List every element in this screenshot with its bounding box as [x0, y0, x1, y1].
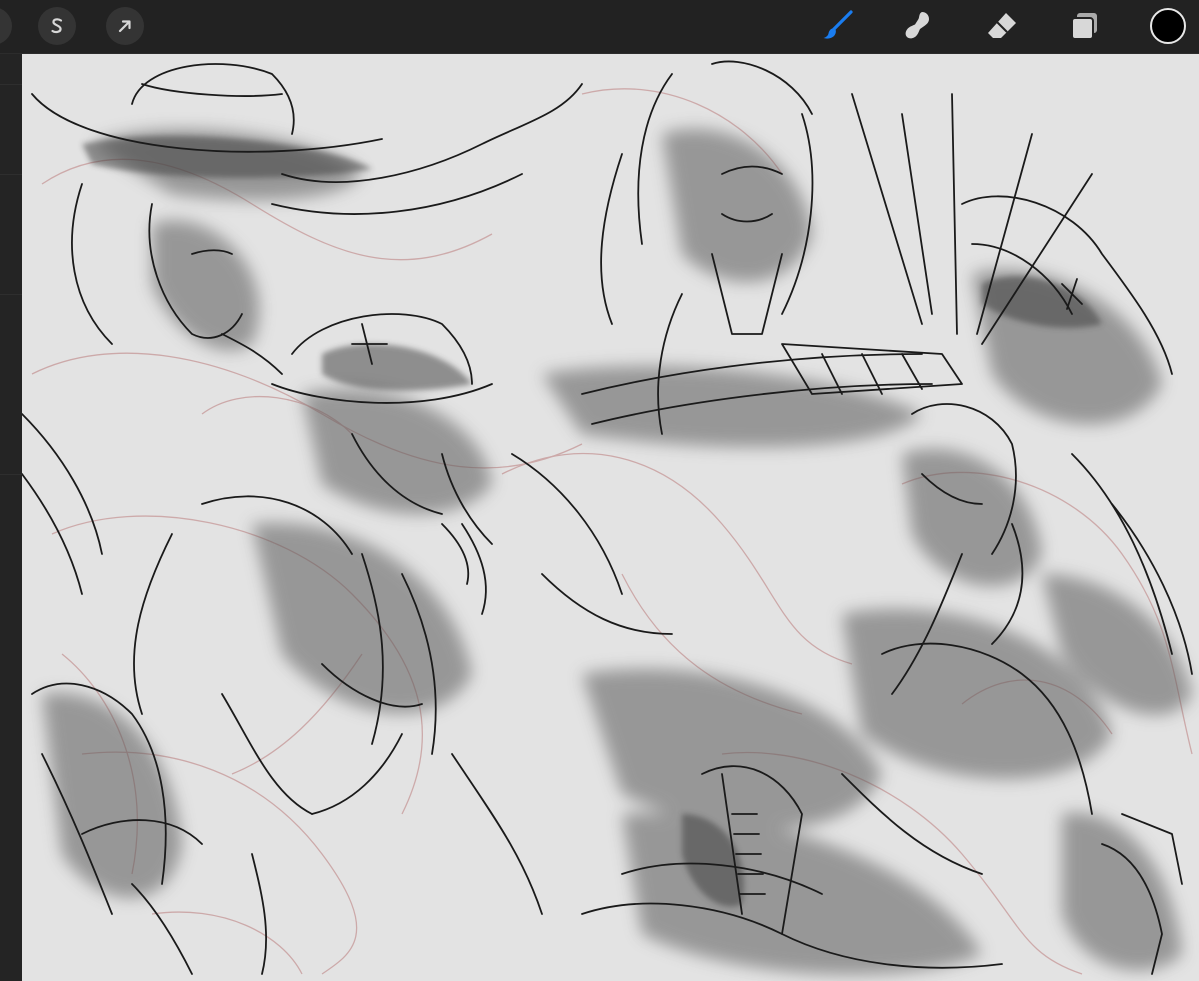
transform-tool-button[interactable] [106, 7, 144, 45]
sidebar-divider [0, 474, 22, 475]
eraser-tool-button[interactable] [982, 6, 1022, 46]
selection-tool-button[interactable] [38, 7, 76, 45]
sidebar-divider [0, 294, 22, 295]
layers-icon [1066, 8, 1102, 44]
arrow-cursor-icon [115, 16, 135, 36]
smudge-tool-button[interactable] [898, 6, 938, 46]
sidebar-divider [0, 174, 22, 175]
layers-button[interactable] [1064, 6, 1104, 46]
drawing-canvas[interactable] [22, 54, 1199, 981]
selection-s-icon [47, 16, 67, 36]
gallery-button[interactable] [0, 7, 12, 45]
left-sidebar[interactable] [0, 54, 22, 981]
color-circle-icon [1148, 6, 1188, 46]
top-toolbar [0, 0, 1199, 54]
brush-tool-button[interactable] [818, 6, 858, 46]
drawing-app-window [0, 0, 1199, 981]
eraser-icon [984, 8, 1020, 44]
sketch-artwork [22, 60, 1193, 975]
brush-icon [820, 8, 856, 44]
color-swatch-button[interactable] [1148, 6, 1188, 46]
sidebar-divider [0, 84, 22, 85]
smudge-finger-icon [900, 8, 936, 44]
